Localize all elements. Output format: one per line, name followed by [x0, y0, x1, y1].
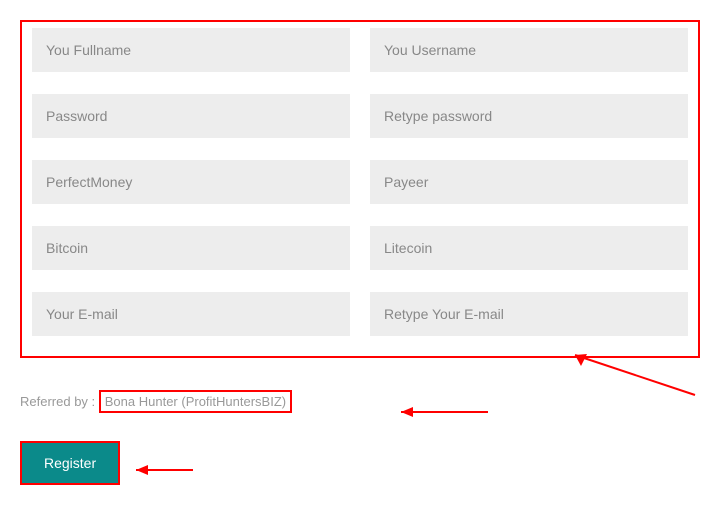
form-row [32, 28, 688, 72]
retype-email-input[interactable] [370, 292, 688, 336]
fullname-input[interactable] [32, 28, 350, 72]
form-row [32, 94, 688, 138]
registration-form-box [20, 20, 700, 358]
username-input[interactable] [370, 28, 688, 72]
perfectmoney-input[interactable] [32, 160, 350, 204]
retype-password-input[interactable] [370, 94, 688, 138]
form-row [32, 292, 688, 336]
referred-by-line: Referred by : Bona Hunter (ProfitHunters… [20, 390, 700, 413]
bitcoin-input[interactable] [32, 226, 350, 270]
email-input[interactable] [32, 292, 350, 336]
referred-value: Bona Hunter (ProfitHuntersBIZ) [99, 390, 292, 413]
form-row [32, 160, 688, 204]
litecoin-input[interactable] [370, 226, 688, 270]
form-row [32, 226, 688, 270]
arrow-annotation-icon [128, 460, 198, 480]
password-input[interactable] [32, 94, 350, 138]
referred-label: Referred by : [20, 394, 99, 409]
payeer-input[interactable] [370, 160, 688, 204]
register-button[interactable]: Register [20, 441, 120, 485]
